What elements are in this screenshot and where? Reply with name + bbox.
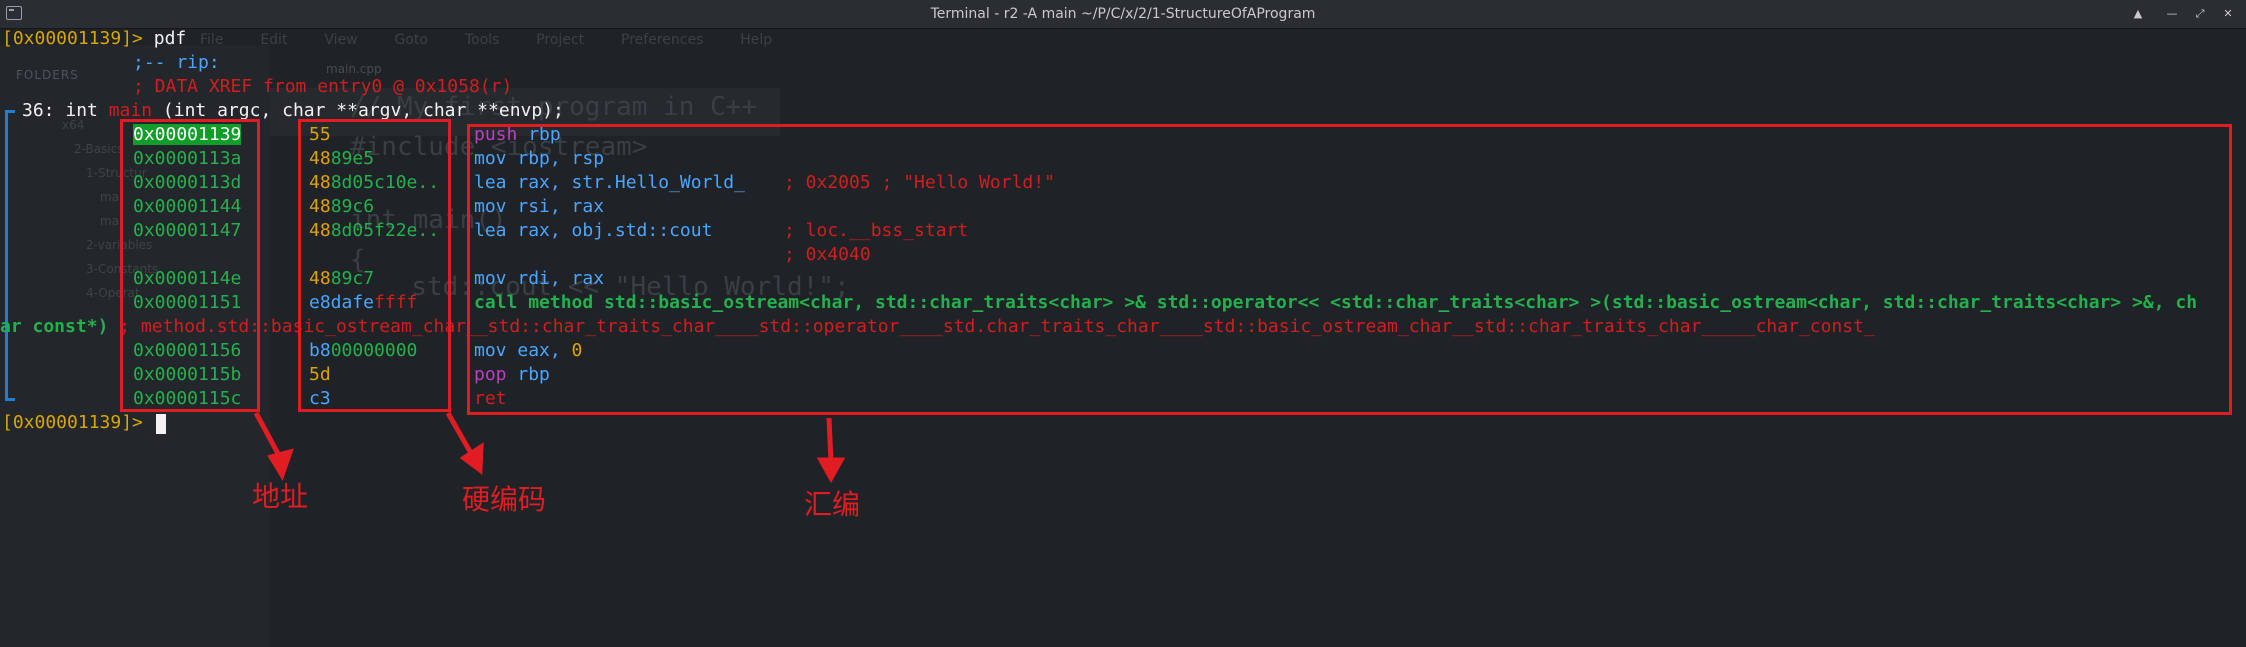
assembly-arrow [826,417,834,463]
assembly-label: 汇编 [804,488,861,521]
assembly-arrowhead [816,457,846,484]
address-arrowhead [267,448,294,481]
machine-code-arrow [445,411,475,457]
annotation-arrows [253,411,846,484]
machine-code-label: 硬编码 [462,483,547,516]
address-label: 地址 [252,480,309,513]
